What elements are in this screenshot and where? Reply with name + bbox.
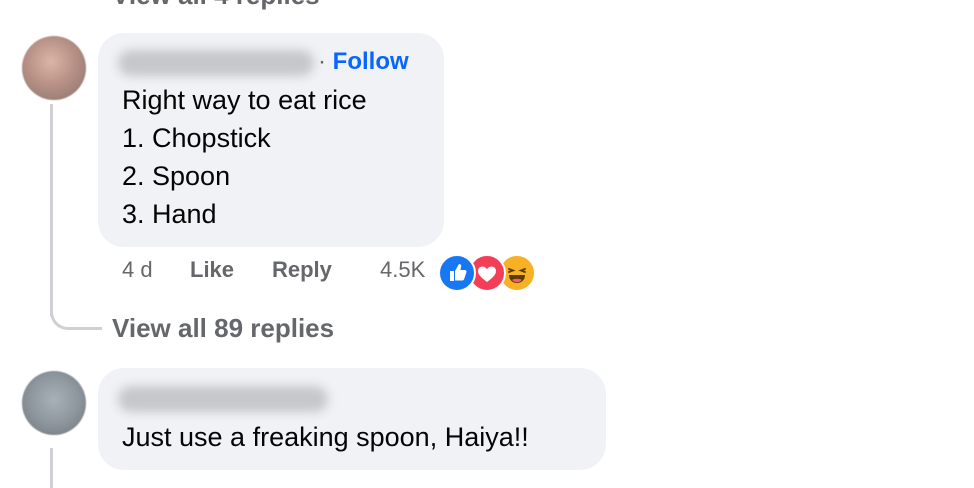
follow-button[interactable]: Follow [333,48,409,75]
avatar[interactable] [22,36,86,100]
reply-button[interactable]: Reply [272,257,332,283]
follow-row: · Follow [318,48,409,76]
reactions-summary[interactable] [438,254,542,292]
thread-line-lower [50,448,53,488]
comment-text: Just use a freaking spoon, Haiya!! [122,422,529,452]
comment-timestamp[interactable]: 4 d [122,257,153,283]
comment-text-line: 3. Hand [122,199,217,229]
thread-line [50,104,53,316]
view-all-replies-link[interactable]: View all 89 replies [112,313,334,344]
thread-connector [50,290,102,330]
comment-text-line: 2. Spoon [122,161,231,191]
comment-text-line: 1. Chopstick [122,123,271,153]
like-icon [438,254,476,292]
separator-dot: · [318,48,326,75]
avatar[interactable] [22,371,86,435]
view-previous-replies-link[interactable]: View all 4 replies [112,0,320,11]
comment-text-line: Right way to eat rice [122,85,367,115]
like-button[interactable]: Like [190,257,234,283]
commenter-name-blurred[interactable] [118,50,314,76]
commenter-name-blurred[interactable] [118,386,328,412]
reaction-count[interactable]: 4.5K [380,257,425,283]
